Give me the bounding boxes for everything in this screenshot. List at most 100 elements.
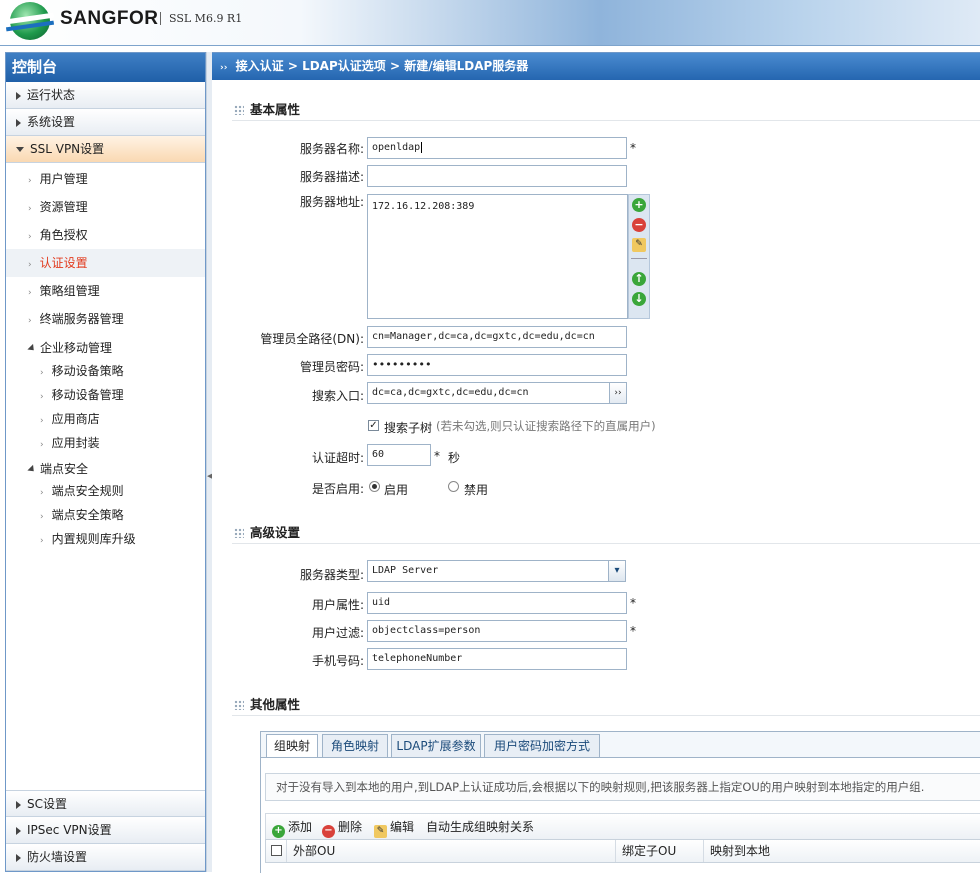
caret-right-icon [16,853,21,862]
tab-ldap-ext[interactable]: LDAP扩展参数 [391,734,481,758]
caret-right-icon [16,800,21,809]
caret-down-icon [16,147,24,152]
select-all-checkbox[interactable] [271,845,282,856]
search-base-input[interactable]: dc=ca,dc=gxtc,dc=edu,dc=cn [367,382,610,404]
tab-group-mapping[interactable]: 组映射 [266,734,318,758]
nav-section-firewall[interactable]: 防火墙设置 [6,844,205,871]
required-mark: * [434,449,440,463]
tab-pwd-encrypt[interactable]: 用户密码加密方式 [484,734,600,758]
timeout-unit: 秒 [448,451,461,465]
phone-input[interactable]: telephoneNumber [367,648,627,670]
nav-section-sslvpn[interactable]: SSL VPN设置 [6,136,205,163]
enable-off-label: 禁用 [464,483,489,497]
nav-section-sc[interactable]: SC设置 [6,790,205,817]
edit-button[interactable]: ✎ 编辑 [374,818,414,838]
col-map-local[interactable]: 映射到本地 [704,840,980,862]
caret-down-icon [27,343,37,354]
user-attr-input[interactable]: uid [367,592,627,614]
section-dots-icon [234,700,244,710]
section-dots-icon [234,105,244,115]
sidebar-item-endpoint-rules[interactable]: › 端点安全规则 [6,479,205,503]
move-up-icon[interactable]: ↑ [632,272,646,286]
main-panel: ›› 接入认证 > LDAP认证选项 > 新建/编辑LDAP服务器 基本属性 服… [212,52,980,874]
sidebar-item-endpoint-policy[interactable]: › 端点安全策略 [6,503,205,527]
arrow-right-icon: › [28,232,32,242]
edit-icon: ✎ [374,825,387,838]
arrow-right-icon: › [40,512,44,522]
divider [232,120,980,121]
user-filter-input[interactable]: objectclass=person [367,620,627,642]
section-basic-title: 基本属性 [234,99,300,119]
sidebar-item-app-store[interactable]: › 应用商店 [6,407,205,431]
enable-label: 是否启用: [311,482,364,496]
sidebar-group-endpoint[interactable]: 端点安全 [6,455,205,479]
sidebar-item-app-wrap[interactable]: › 应用封装 [6,431,205,455]
arrow-right-icon: › [28,204,32,214]
server-addr-textarea[interactable]: 172.16.12.208:389 [367,194,628,319]
divider [232,543,980,544]
move-down-icon[interactable]: ↓ [632,292,646,306]
sidebar-item-mdm-manage[interactable]: › 移动设备管理 [6,383,205,407]
sidebar-item-users[interactable]: › 用户管理 [6,165,205,193]
timeout-input[interactable]: 60 [367,444,431,466]
col-bind-child-ou[interactable]: 绑定子OU [616,840,704,862]
subtree-hint: (若未勾选,则只认证搜索路径下的直属用户) [436,419,656,433]
sidebar-group-emm[interactable]: 企业移动管理 [6,333,205,359]
caret-right-icon [16,91,21,100]
admin-pwd-label: 管理员密码: [299,360,364,374]
caret-right-icon [16,118,21,127]
arrow-right-icon: › [40,392,44,402]
auto-generate-button[interactable]: 自动生成组映射关系 [426,818,534,835]
subtree-label: 搜索子树 [384,421,433,435]
breadcrumb-item[interactable]: LDAP认证选项 [302,59,386,73]
sidebar-item-auth[interactable]: › 认证设置 [6,249,205,277]
divider [232,715,980,716]
server-name-input[interactable]: openldap [367,137,627,159]
server-type-select[interactable]: LDAP Server [367,560,626,582]
remove-icon[interactable]: − [632,218,646,232]
required-mark: * [630,141,636,155]
sidebar-item-terminal[interactable]: › 终端服务器管理 [6,305,205,333]
add-icon[interactable]: + [632,198,646,212]
add-button[interactable]: + 添加 [272,818,312,838]
arrow-right-icon: › [40,488,44,498]
edit-icon[interactable]: ✎ [632,238,646,252]
sidebar-item-resources[interactable]: › 资源管理 [6,193,205,221]
sidebar-bottom: SC设置 IPSec VPN设置 防火墙设置 [6,790,205,871]
delete-button[interactable]: − 删除 [322,818,362,838]
enable-on-radio[interactable] [369,481,380,492]
chevron-down-icon[interactable]: ▾ [608,560,626,582]
search-base-label: 搜索入口: [311,389,364,403]
nav-section-status[interactable]: 运行状态 [6,82,205,109]
admin-pwd-input[interactable]: ••••••••• [367,354,627,376]
col-external-ou[interactable]: 外部OU [286,840,616,862]
server-desc-label: 服务器描述: [299,170,364,184]
user-filter-label: 用户过滤: [311,626,364,640]
tab-role-mapping[interactable]: 角色映射 [322,734,388,758]
sidebar-item-policy[interactable]: › 策略组管理 [6,277,205,305]
server-desc-input[interactable] [367,165,627,187]
admin-dn-label: 管理员全路径(DN): [260,332,364,346]
caret-right-icon [16,826,21,835]
add-icon: + [272,825,285,838]
nav-section-ipsec[interactable]: IPSec VPN设置 [6,817,205,844]
breadcrumb-item[interactable]: 接入认证 [236,59,284,73]
sidebar-item-mdm-policy[interactable]: › 移动设备策略 [6,359,205,383]
sidebar-item-roles[interactable]: › 角色授权 [6,221,205,249]
enable-off-radio[interactable] [448,481,459,492]
admin-dn-input[interactable]: cn=Manager,dc=ca,dc=gxtc,dc=edu,dc=cn [367,326,627,348]
mapping-note: 对于没有导入到本地的用户,到LDAP上认证成功后,会根据以下的映射规则,把该服务… [265,773,980,801]
arrow-right-icon: › [28,260,32,270]
subtree-checkbox[interactable]: ✓ [368,420,379,431]
sangfor-logo-icon [10,2,50,40]
breadcrumb-current: 新建/编辑LDAP服务器 [404,59,529,73]
sidebar-item-rulebase-upgrade[interactable]: › 内置规则库升级 [6,527,205,551]
delete-icon: − [322,825,335,838]
nav-section-system[interactable]: 系统设置 [6,109,205,136]
brand-name: SANGFOR [60,8,159,29]
browse-icon[interactable]: ›› [609,382,627,404]
arrow-right-icon: › [40,536,44,546]
required-mark: * [630,624,636,638]
user-attr-label: 用户属性: [311,598,364,612]
section-advanced-title: 高级设置 [234,522,300,542]
